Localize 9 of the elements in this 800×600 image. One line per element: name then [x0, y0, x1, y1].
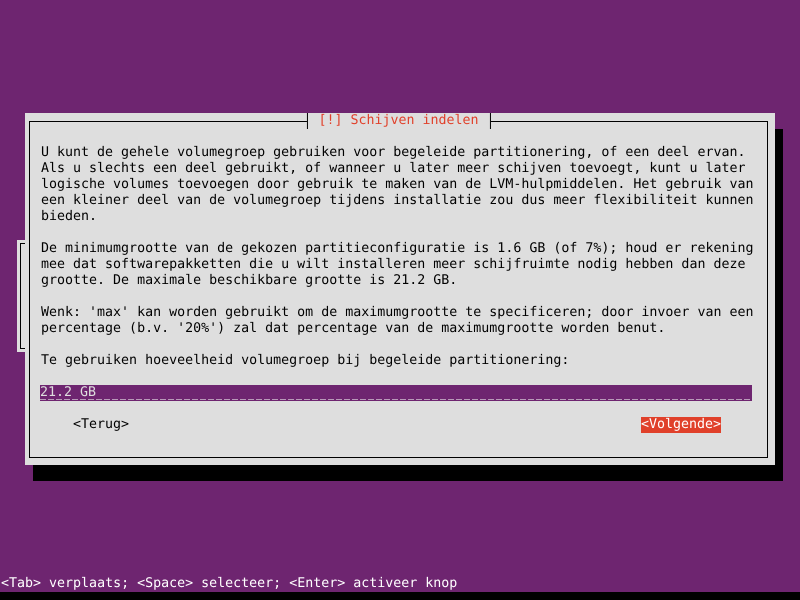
- dialog-paragraph: De minimumgrootte van de gekozen partitieconfiguratie is 1.6 GB (of 7%); houd er rekening mee dat softwarepakketten die u wilt installeren meer schijfruimte nodig hebben dan deze grootte. De maximale beschikbare grootte is 21.2 GB.: [41, 241, 754, 289]
- dialog-button[interactable]: <Terug>: [73, 417, 130, 433]
- dialog-paragraph: Wenk: 'max' kan worden gebruikt om de maximumgrootte te specificeren; door invoer van een percentage (b.v. '20%') zal dat percentage van de maximumgrootte worden benut.: [41, 305, 754, 337]
- dialog-paragraph: U kunt de gehele volumegroep gebruiken voor begeleide partitionering, of een deel ervan. Als u slechts een deel gebruikt, of wanneer u later meer schijven toevoegt, kunt u later logische volumes toevoegen door gebruik te maken van de LVM-hulpmiddelen. Het gebruik van een kleiner deel van de volumegroep tijdens installatie zou dus meer flexibiliteit kunnen bieden.: [41, 145, 754, 225]
- dialog-button[interactable]: <Volgende>: [640, 417, 721, 433]
- dialog-title: [!] Schijven indelen: [306, 113, 491, 129]
- input-field[interactable]: 21.2 GB: [40, 385, 752, 401]
- field-prompt: Te gebruiken hoeveelheid volumegroep bij begeleide partitionering:: [41, 353, 570, 369]
- key-hint-text: <Tab> verplaats; <Space> selecteer; <Enter> activeer knop: [0, 576, 458, 592]
